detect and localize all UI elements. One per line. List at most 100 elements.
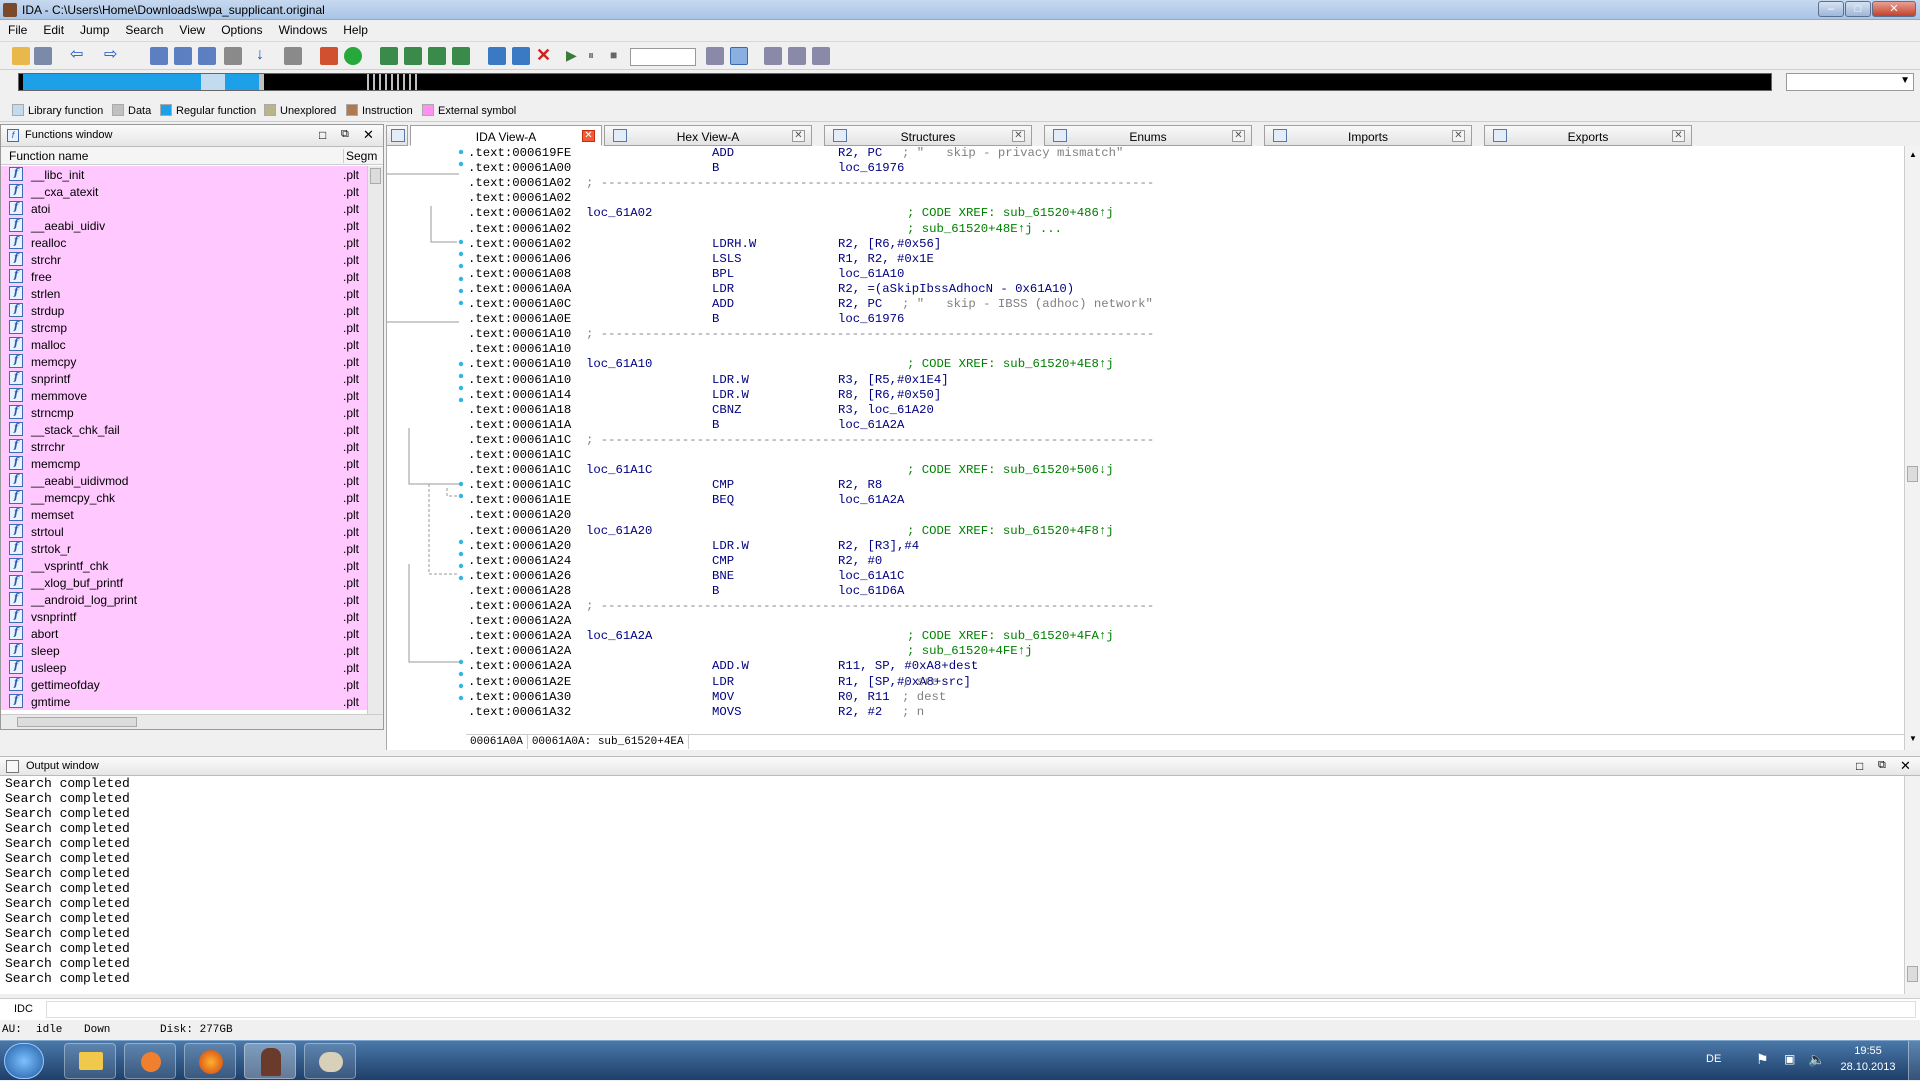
function-row[interactable]: f malloc .plt <box>1 336 367 353</box>
tab-imports[interactable]: Imports ✕ <box>1264 125 1472 146</box>
disasm-line[interactable]: .text:00061A02 ; ------------------------… <box>468 176 1154 191</box>
disasm-line[interactable]: .text:00061A1E BEQ loc_61A2A <box>468 493 904 508</box>
function-row[interactable]: f __aeabi_uidivmod .plt <box>1 472 367 489</box>
mark-position-icon[interactable] <box>284 47 302 65</box>
navigation-combo[interactable]: ▼ <box>1786 73 1914 91</box>
function-row[interactable]: f realloc .plt <box>1 234 367 251</box>
text-search-icon[interactable] <box>174 47 192 65</box>
disasm-line[interactable]: .text:00061A1C ; ------------------------… <box>468 433 1154 448</box>
disasm-line[interactable]: .text:00061A26 BNE loc_61A1C <box>468 569 904 584</box>
tab-structures[interactable]: Structures ✕ <box>824 125 1032 146</box>
stop-icon[interactable]: ■ <box>610 47 628 65</box>
close-window-button[interactable]: ✕ <box>1872 1 1916 17</box>
firefox-taskbar-icon[interactable] <box>184 1043 236 1079</box>
edit-function-icon[interactable] <box>404 47 422 65</box>
disasm-line[interactable]: .text:00061A2A <box>468 614 902 629</box>
function-row[interactable]: f __stack_chk_fail .plt <box>1 421 367 438</box>
menu-edit[interactable]: Edit <box>35 20 72 40</box>
close-panel-icon[interactable]: ✕ <box>1900 758 1911 774</box>
function-row[interactable]: f __xlog_buf_printf .plt <box>1 574 367 591</box>
function-row[interactable]: f usleep .plt <box>1 659 367 676</box>
tab-exports[interactable]: Exports ✕ <box>1484 125 1692 146</box>
menu-jump[interactable]: Jump <box>72 20 117 40</box>
run-script-icon[interactable] <box>344 47 362 65</box>
navigation-strip[interactable] <box>18 73 1772 91</box>
disasm-line[interactable]: .text:00061A0A LDR R2, =(aSkipIbssAdhocN -… <box>468 282 1074 297</box>
function-row[interactable]: f __memcpy_chk .plt <box>1 489 367 506</box>
disasm-line[interactable]: .text:00061A1C CMP R2, R8 <box>468 478 902 493</box>
close-icon[interactable]: ✕ <box>1012 130 1025 142</box>
function-row[interactable]: f memcmp .plt <box>1 455 367 472</box>
flag-icon[interactable]: ⚑ <box>1756 1051 1769 1068</box>
menu-windows[interactable]: Windows <box>271 20 336 40</box>
scroll-thumb[interactable] <box>370 168 381 184</box>
start-button[interactable] <box>4 1043 44 1079</box>
close-icon[interactable]: ✕ <box>1452 130 1465 142</box>
function-row[interactable]: f strtok_r .plt <box>1 540 367 557</box>
maximize-button[interactable]: □ <box>1845 1 1871 17</box>
threads-icon[interactable] <box>788 47 806 65</box>
explorer-taskbar-icon[interactable] <box>64 1043 116 1079</box>
function-row[interactable]: f vsnprintf .plt <box>1 608 367 625</box>
function-row[interactable]: f gettimeofday .plt <box>1 676 367 693</box>
tab-hex-view-a[interactable]: Hex View-A ✕ <box>604 125 812 146</box>
disasm-line[interactable]: .text:00061A14 LDR.W R8, [R6,#0x50] <box>468 388 941 403</box>
functions-vertical-scrollbar[interactable] <box>367 166 383 714</box>
restore-panel-icon[interactable]: □ <box>319 128 326 142</box>
back-arrow-icon[interactable]: ⇦ <box>70 47 88 65</box>
clock-time[interactable]: 19:55 <box>1848 1045 1888 1057</box>
ida-taskbar-icon[interactable] <box>244 1043 296 1079</box>
disasm-line[interactable]: .text:00061A02 LDRH.W R2, [R6,#0x56] <box>468 237 941 252</box>
function-row[interactable]: f strcmp .plt <box>1 319 367 336</box>
tab-ida-view-a[interactable]: IDA View-A ✕ <box>410 125 602 146</box>
undefine-icon[interactable]: ✕ <box>536 46 554 65</box>
function-row[interactable]: f __cxa_atexit .plt <box>1 183 367 200</box>
disasm-line[interactable]: .text:00061A2A ADD.W R11, SP, #0xA8+dest <box>468 659 978 674</box>
function-row[interactable]: f __aeabi_uidiv .plt <box>1 217 367 234</box>
open-file-icon[interactable] <box>12 47 30 65</box>
function-row[interactable]: f free .plt <box>1 268 367 285</box>
menu-help[interactable]: Help <box>335 20 376 40</box>
disasm-line[interactable]: .text:00061A20 LDR.W R2, [R3],#4 <box>468 539 919 554</box>
disasm-line[interactable]: .text:00061A02 ; sub_61520+48E↑j ... <box>468 222 1062 237</box>
float-panel-icon[interactable]: ⧉ <box>341 128 349 141</box>
disassembly-listing[interactable]: .text:000619FE ADD R2, PC ; " skip - privac… <box>466 146 1904 734</box>
close-icon[interactable]: ✕ <box>792 130 805 142</box>
scroll-up-icon[interactable]: ▲ <box>1909 150 1917 159</box>
scroll-thumb[interactable] <box>1907 466 1918 482</box>
disasm-line[interactable]: .text:00061A10 ; ------------------------… <box>468 327 1154 342</box>
forward-arrow-icon[interactable]: ⇨ <box>104 47 122 65</box>
function-row[interactable]: f memmove .plt <box>1 387 367 404</box>
graph-view-icon[interactable] <box>320 47 338 65</box>
segments-icon[interactable] <box>764 47 782 65</box>
jump-down-icon[interactable]: ↓ <box>256 47 274 65</box>
volume-icon[interactable]: 🔈 <box>1808 1051 1825 1068</box>
debugger-select[interactable] <box>630 48 696 66</box>
menu-search[interactable]: Search <box>117 20 171 40</box>
disassembly-vertical-scrollbar[interactable]: ▲ ▼ <box>1904 146 1920 750</box>
breakpoint-icon[interactable] <box>706 47 724 65</box>
restore-panel-icon[interactable]: □ <box>1856 759 1863 773</box>
disasm-line[interactable]: .text:00061A06 LSLS R1, R2, #0x1E <box>468 252 934 267</box>
output-vertical-scrollbar[interactable] <box>1904 776 1920 994</box>
disasm-line[interactable]: .text:00061A10 <box>468 342 902 357</box>
disasm-line[interactable]: .text:00061A2A loc_61A2A ; CODE XREF: sub_… <box>468 629 1114 644</box>
media-player-taskbar-icon[interactable] <box>124 1043 176 1079</box>
tab-enums[interactable]: Enums ✕ <box>1044 125 1252 146</box>
disasm-line[interactable]: .text:00061A2A ; ------------------------… <box>468 599 1154 614</box>
modules-icon[interactable] <box>812 47 830 65</box>
disasm-line[interactable]: .text:00061A30 MOV R0, R11 ; dest <box>468 690 946 705</box>
start-debugger-icon[interactable]: ▶ <box>566 47 584 65</box>
disasm-line[interactable]: .text:00061A0E Bloc_61976 <box>468 312 904 327</box>
disasm-line[interactable]: .text:000619FE ADD R2, PC ; " skip - privac… <box>468 146 1123 161</box>
pause-icon[interactable]: ⏸ <box>588 47 606 65</box>
search-next-icon[interactable] <box>224 47 242 65</box>
disasm-line[interactable]: .text:00061A32 MOVS R2, #2 ; n <box>468 705 924 720</box>
show-desktop-button[interactable] <box>1908 1041 1920 1081</box>
disasm-line[interactable]: .text:00061A2E LDR R1, [SP,#0xA8+src]; src <box>468 675 971 690</box>
create-function-icon[interactable] <box>380 47 398 65</box>
function-row[interactable]: f strlen .plt <box>1 285 367 302</box>
function-row[interactable]: f memset .plt <box>1 506 367 523</box>
function-row[interactable]: f strtoul .plt <box>1 523 367 540</box>
add-struct-icon[interactable] <box>428 47 446 65</box>
